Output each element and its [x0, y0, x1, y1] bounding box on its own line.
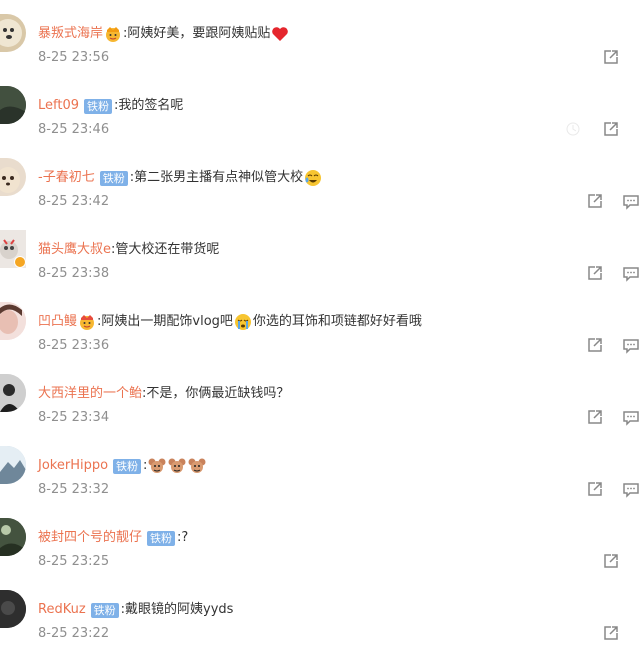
share-icon[interactable]: [586, 480, 604, 498]
username[interactable]: -子春初七: [38, 168, 95, 188]
avatar[interactable]: [0, 14, 26, 52]
fan-badge: 铁粉: [99, 170, 128, 186]
comment-icon[interactable]: [622, 408, 640, 426]
avatar[interactable]: [0, 518, 26, 556]
avatar[interactable]: [0, 590, 26, 628]
share-icon[interactable]: [586, 336, 604, 354]
comment-text: :戴眼镜的阿姨yyds: [120, 602, 234, 617]
verified-badge-icon: [14, 256, 26, 268]
timestamp: 8-25 23:46: [38, 122, 110, 137]
comment-row: 凹凸鳗 :阿姨出一期配饰vlog吧 你选的耳饰和项链都好好看哦 8-25 23:…: [0, 288, 640, 360]
avatar[interactable]: [0, 374, 26, 412]
comment-icon[interactable]: [622, 336, 640, 354]
comment-text: :: [143, 458, 148, 473]
username[interactable]: 凹凸鳗: [38, 312, 77, 332]
crown-emoji-icon: [104, 25, 122, 43]
comment-text: :阿姨出一期配饰vlog吧: [97, 314, 233, 329]
comment-row: 猫头鹰大叔e :管大校还在带货呢 8-25 23:38: [0, 216, 640, 288]
comment-row: Left09 铁粉 :我的签名呢 8-25 23:46: [0, 72, 640, 144]
username[interactable]: 猫头鹰大叔e: [38, 240, 111, 260]
comment-text: :不是，你俩最近缺钱吗？: [142, 386, 290, 401]
comment-text: :我的签名呢: [114, 98, 184, 113]
fan-badge: 铁粉: [84, 98, 112, 114]
username[interactable]: 暴叛式海岸: [38, 24, 103, 44]
jerry-emoji-icon: [188, 457, 206, 475]
timestamp: 8-25 23:22: [38, 626, 110, 641]
timestamp: 8-25 23:36: [38, 338, 110, 353]
share-icon[interactable]: [602, 48, 620, 66]
comment-icon[interactable]: [622, 480, 640, 498]
comment-row: 大西洋里的一个鲐 :不是，你俩最近缺钱吗？ 8-25 23:34: [0, 360, 640, 432]
share-icon[interactable]: [586, 192, 604, 210]
share-icon[interactable]: [586, 264, 604, 282]
comment-list: 暴叛式海岸 :阿姨好美，要跟阿姨贴贴 8-25 23:56 Left09 铁粉 …: [0, 0, 640, 655]
username[interactable]: Left09: [38, 96, 79, 116]
username[interactable]: 被封四个号的靓仔: [38, 528, 142, 548]
comment-row: -子春初七 铁粉 :第二张男主播有点神似管大校 8-25 23:42: [0, 144, 640, 216]
comment-text-continued: 你选的耳饰和项链都好好看哦: [252, 314, 422, 329]
crying-emoji-icon: [234, 313, 252, 331]
comment-text: :阿姨好美，要跟阿姨贴贴: [123, 26, 271, 41]
comment-row: 被封四个号的靓仔 铁粉 :? 8-25 23:25: [0, 504, 640, 576]
fan-badge: 铁粉: [113, 458, 142, 474]
comment-icon[interactable]: [622, 264, 640, 282]
avatar[interactable]: [0, 86, 26, 124]
timestamp: 8-25 23:32: [38, 482, 110, 497]
comment-row: 暴叛式海岸 :阿姨好美，要跟阿姨贴贴 8-25 23:56: [0, 0, 640, 72]
username[interactable]: JokerHippo: [38, 456, 108, 476]
timestamp: 8-25 23:25: [38, 554, 110, 569]
avatar[interactable]: [0, 158, 26, 196]
fan-badge: 铁粉: [90, 602, 119, 618]
username[interactable]: 大西洋里的一个鲐: [38, 384, 142, 404]
share-icon[interactable]: [586, 408, 604, 426]
laugh-cry-emoji-icon: [304, 169, 322, 187]
avatar[interactable]: [0, 302, 26, 340]
comment-row: JokerHippo 铁粉 : 8-25 23:32: [0, 432, 640, 504]
comment-text: :第二张男主播有点神似管大校: [129, 170, 304, 185]
comment-text: :管大校还在带货呢: [111, 242, 220, 257]
fan-badge: 铁粉: [147, 530, 176, 546]
username[interactable]: RedKuz: [38, 600, 86, 620]
jerry-emoji-icon: [168, 457, 186, 475]
timestamp: 8-25 23:34: [38, 410, 110, 425]
crown-emoji-icon: [78, 313, 96, 331]
avatar[interactable]: [0, 446, 26, 484]
timestamp: 8-25 23:56: [38, 50, 110, 65]
timestamp: 8-25 23:42: [38, 194, 110, 209]
comment-row: RedKuz 铁粉 :戴眼镜的阿姨yyds 8-25 23:22: [0, 576, 640, 648]
avatar[interactable]: [0, 230, 26, 268]
comment-icon[interactable]: [622, 192, 640, 210]
timestamp: 8-25 23:38: [38, 266, 110, 281]
share-icon[interactable]: [602, 624, 620, 642]
jerry-emoji-icon: [148, 457, 166, 475]
share-icon[interactable]: [602, 120, 620, 138]
heart-emoji-icon: [271, 25, 289, 43]
clock-icon: [564, 120, 582, 138]
comment-text: :?: [177, 530, 189, 545]
share-icon[interactable]: [602, 552, 620, 570]
